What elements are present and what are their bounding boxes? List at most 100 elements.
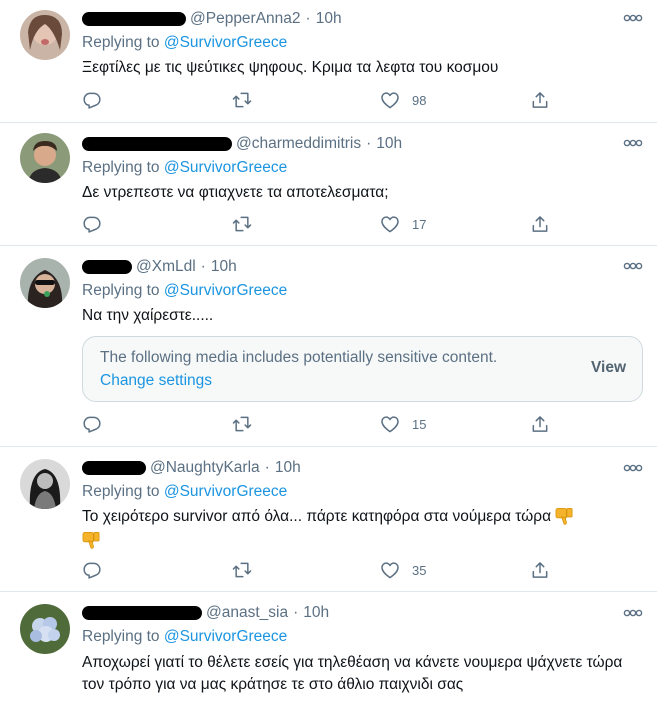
reply-button[interactable] <box>82 90 102 110</box>
avatar-image <box>20 258 70 308</box>
share-icon <box>530 414 550 434</box>
like-button[interactable]: 35 <box>380 560 426 580</box>
user-handle[interactable]: @PepperAnna2 <box>190 10 301 28</box>
share-icon <box>530 214 550 234</box>
retweet-button[interactable] <box>232 414 252 434</box>
heart-icon <box>380 214 400 234</box>
timestamp[interactable]: 10h <box>376 135 402 153</box>
share-button[interactable] <box>530 90 550 110</box>
tweet-actions: 17 <box>82 214 552 234</box>
tweet[interactable]: @PepperAnna2 · 10h Replying to @Survivor… <box>0 0 657 123</box>
more-options-icon[interactable] <box>623 608 643 618</box>
separator-dot: · <box>200 258 206 275</box>
retweet-icon <box>232 414 252 434</box>
redacted-name <box>82 12 186 26</box>
like-count: 98 <box>412 92 427 108</box>
redacted-name <box>82 137 232 151</box>
avatar[interactable] <box>20 604 70 654</box>
reply-icon <box>82 214 102 234</box>
retweet-button[interactable] <box>232 214 252 234</box>
avatar[interactable] <box>20 10 70 60</box>
avatar-image <box>20 459 70 509</box>
tweet[interactable]: @charmeddimitris · 10h Replying to @Surv… <box>0 123 657 246</box>
mention-link[interactable]: @SurvivorGreece <box>164 159 287 176</box>
timestamp[interactable]: 10h <box>316 10 342 28</box>
like-count: 35 <box>412 562 427 578</box>
more-options-icon[interactable] <box>623 261 643 271</box>
tweet-actions: 98 <box>82 90 552 110</box>
reply-button[interactable] <box>82 214 102 234</box>
reply-icon <box>82 560 102 580</box>
mention-link[interactable]: @SurvivorGreece <box>164 628 287 645</box>
mention-link[interactable]: @SurvivorGreece <box>164 483 287 500</box>
replying-to: Replying to @SurvivorGreece <box>82 483 287 501</box>
avatar-image <box>20 133 70 183</box>
reply-button[interactable] <box>82 560 102 580</box>
mention-link[interactable]: @SurvivorGreece <box>164 282 287 299</box>
separator-dot: · <box>293 604 299 621</box>
timestamp[interactable]: 10h <box>275 459 301 477</box>
more-options-icon[interactable] <box>623 138 643 148</box>
retweet-button[interactable] <box>232 560 252 580</box>
replying-label: Replying to <box>82 282 160 299</box>
avatar-image <box>20 10 70 60</box>
separator-dot: · <box>366 135 372 152</box>
tweet-text: Το χειρότερο survivor από όλα... πάρτε κ… <box>82 508 552 525</box>
separator-dot: · <box>264 459 270 476</box>
retweet-button[interactable] <box>232 90 252 110</box>
avatar[interactable] <box>20 459 70 509</box>
tweet[interactable]: @NaughtyKarla · 10h Replying to @Survivo… <box>0 447 657 592</box>
avatar-image <box>20 604 70 654</box>
reply-button[interactable] <box>82 414 102 434</box>
change-settings-link[interactable]: Change settings <box>100 372 212 390</box>
user-handle[interactable]: @anast_sia <box>206 604 288 622</box>
like-button[interactable]: 98 <box>380 90 426 110</box>
mention-link[interactable]: @SurvivorGreece <box>164 34 287 51</box>
like-count: 15 <box>412 416 427 432</box>
tweet-actions: 35 <box>82 560 552 580</box>
redacted-name <box>82 606 202 620</box>
replying-to: Replying to @SurvivorGreece <box>82 282 287 300</box>
tweet-actions: 15 <box>82 414 552 434</box>
heart-icon <box>380 90 400 110</box>
replying-label: Replying to <box>82 159 160 176</box>
like-button[interactable]: 15 <box>380 414 426 434</box>
timestamp[interactable]: 10h <box>303 604 329 622</box>
share-button[interactable] <box>530 560 550 580</box>
view-media-button[interactable]: View <box>591 359 626 377</box>
sensitive-media-text: The following media includes potentially… <box>100 349 498 366</box>
thumbs-down-icon <box>82 531 101 550</box>
timestamp[interactable]: 10h <box>211 258 237 276</box>
tweet[interactable]: @XmLdl · 10h Replying to @SurvivorGreece… <box>0 246 657 447</box>
share-icon <box>530 560 550 580</box>
user-handle[interactable]: @charmeddimitris <box>236 135 361 153</box>
retweet-icon <box>232 560 252 580</box>
share-icon <box>530 90 550 110</box>
retweet-icon <box>232 214 252 234</box>
redacted-name <box>82 260 132 274</box>
tweet-text: Δε ντρεπεστε να φτιαχνετε τα αποτελεσματ… <box>82 184 389 201</box>
reply-icon <box>82 90 102 110</box>
replying-label: Replying to <box>82 34 160 51</box>
thumbs-down-icon <box>555 507 574 526</box>
user-handle[interactable]: @NaughtyKarla <box>150 459 260 477</box>
user-handle[interactable]: @XmLdl <box>136 258 196 276</box>
replying-to: Replying to @SurvivorGreece <box>82 34 287 52</box>
tweet-text: Να την χαίρεστε..... <box>82 307 214 324</box>
replying-label: Replying to <box>82 483 160 500</box>
more-options-icon[interactable] <box>623 13 643 23</box>
like-count: 17 <box>412 216 427 232</box>
like-button[interactable]: 17 <box>380 214 426 234</box>
replying-to: Replying to @SurvivorGreece <box>82 628 287 646</box>
reply-icon <box>82 414 102 434</box>
retweet-icon <box>232 90 252 110</box>
avatar[interactable] <box>20 133 70 183</box>
more-options-icon[interactable] <box>623 463 643 473</box>
tweet[interactable]: @anast_sia · 10h Replying to @SurvivorGr… <box>0 592 657 701</box>
tweet-text-block: Το χειρότερο survivor από όλα... πάρτε κ… <box>82 506 637 550</box>
heart-icon <box>380 414 400 434</box>
share-button[interactable] <box>530 214 550 234</box>
heart-icon <box>380 560 400 580</box>
avatar[interactable] <box>20 258 70 308</box>
share-button[interactable] <box>530 414 550 434</box>
